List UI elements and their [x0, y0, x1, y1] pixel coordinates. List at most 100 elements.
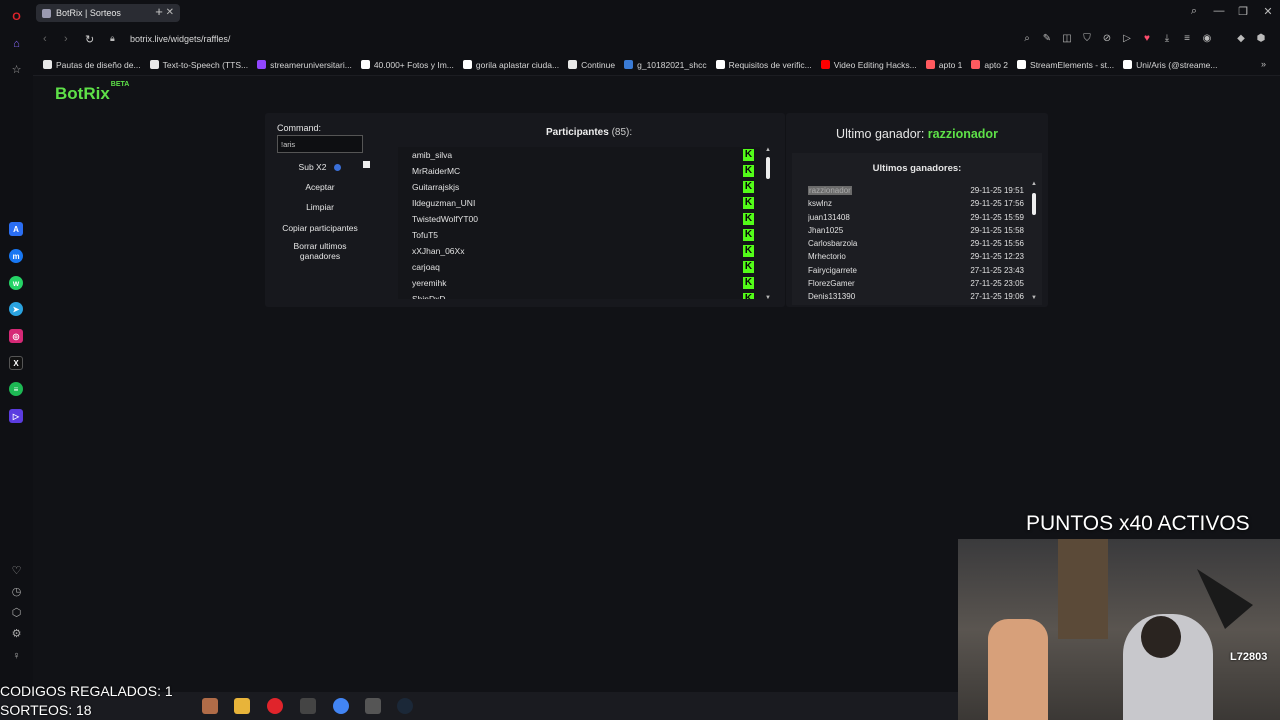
search-icon[interactable]: ⌕	[1021, 33, 1033, 45]
close-window-icon[interactable]: ✕	[1259, 5, 1277, 18]
winners-scroll-thumb[interactable]	[1032, 193, 1036, 215]
participant-row[interactable]: TofuT5 K	[398, 227, 760, 243]
winner-row[interactable]: Mrhectorio 29-11-25 12:23	[808, 252, 1030, 265]
participant-row[interactable]: xXJhan_06Xx K	[398, 243, 760, 259]
accept-button[interactable]: Aceptar	[277, 182, 363, 192]
participant-row[interactable]: Guitarrajskjs K	[398, 179, 760, 195]
history-icon[interactable]: ◷	[8, 583, 25, 600]
bookmark-item[interactable]: Uni/Aris (@streame...	[1123, 60, 1218, 70]
winners-scrollbar[interactable]: ▲ ▼	[1031, 181, 1037, 301]
bookmark-item[interactable]: gorila aplastar ciuda...	[462, 60, 559, 70]
opera-taskbar-icon[interactable]	[267, 698, 283, 714]
bookmark-item[interactable]: StreamElements - st...	[1017, 60, 1114, 70]
winner-row[interactable]: Carlosbarzola 29-11-25 15:56	[808, 239, 1030, 252]
bookmark-favicon-icon	[1017, 60, 1027, 69]
bookmarks-more-icon[interactable]: »	[1261, 59, 1266, 69]
winner-row[interactable]: razzionador 29-11-25 19:51	[808, 186, 1030, 199]
reload-icon[interactable]: ↻	[85, 33, 94, 46]
extensions-icon[interactable]: ⬡	[8, 604, 25, 621]
participant-row[interactable]: Ildeguzman_UNI K	[398, 195, 760, 211]
instagram-icon[interactable]: ◎	[9, 329, 23, 343]
participant-row[interactable]: MrRaiderMC K	[398, 163, 760, 179]
winner-row[interactable]: Denis131390 27-11-25 19:06	[808, 292, 1030, 301]
botrix-logo[interactable]: BotRixBETA	[55, 81, 129, 104]
winner-row[interactable]: kswlnz 29-11-25 17:56	[808, 199, 1030, 212]
file-explorer-icon[interactable]	[234, 698, 250, 714]
winners-scroll-down-icon[interactable]: ▼	[1031, 295, 1037, 301]
delete-winners-button[interactable]: Borrar ultimos ganadores	[277, 241, 363, 261]
bookmark-item[interactable]: 40.000+ Fotos y Im...	[360, 60, 454, 70]
search-tabs-icon[interactable]: ⌕	[1185, 5, 1203, 18]
restore-icon[interactable]: ❐	[1234, 5, 1252, 18]
bookmark-item[interactable]: apto 2	[971, 60, 1008, 70]
info-icon[interactable]	[334, 164, 342, 172]
winners-scroll-up-icon[interactable]: ▲	[1031, 181, 1037, 187]
bookmark-item[interactable]: Video Editing Hacks...	[820, 60, 917, 70]
scroll-down-icon[interactable]: ▼	[765, 295, 771, 301]
player-icon[interactable]: ▷	[9, 409, 23, 423]
winner-row[interactable]: Fairycigarrete 27-11-25 23:43	[808, 266, 1030, 279]
bookmark-item[interactable]: Pautas de diseño de...	[43, 60, 141, 70]
participant-row[interactable]: amib_silva K	[398, 147, 760, 163]
app-window-icon[interactable]	[365, 698, 381, 714]
wallet-icon[interactable]: ◆	[1235, 33, 1247, 45]
taskbar-app-icon[interactable]	[202, 698, 218, 714]
scroll-up-icon[interactable]: ▲	[765, 147, 771, 153]
download-icon[interactable]: ⤓	[1161, 33, 1173, 45]
messenger-icon[interactable]: m	[9, 249, 23, 263]
scroll-thumb[interactable]	[766, 157, 770, 179]
easy-setup-icon[interactable]: ⬢	[1255, 33, 1267, 45]
winner-row[interactable]: FlorezGamer 27-11-25 23:05	[808, 279, 1030, 292]
webcam-person-head	[1141, 616, 1181, 658]
forward-icon[interactable]: ›	[64, 33, 68, 45]
edit-icon[interactable]: ✎	[1041, 33, 1053, 45]
bookmark-item[interactable]: apto 1	[925, 60, 962, 70]
bookmark-item[interactable]: Requisitos de verific...	[715, 60, 812, 70]
shield-icon[interactable]: ⛉	[1081, 33, 1093, 45]
play-icon[interactable]: ▷	[1121, 33, 1133, 45]
webcam-badge: L72803	[1230, 651, 1268, 663]
home-icon[interactable]: ⌂	[8, 35, 25, 52]
bookmark-item[interactable]: g_10182021_shcc	[624, 60, 707, 70]
participants-scrollbar[interactable]: ▲ ▼	[765, 147, 771, 301]
chrome-icon[interactable]	[333, 698, 349, 714]
back-icon[interactable]: ‹	[43, 33, 47, 45]
camera-icon[interactable]: ◫	[1061, 33, 1073, 45]
winner-row[interactable]: juan131408 29-11-25 15:59	[808, 213, 1030, 226]
lightbulb-icon[interactable]: ♀	[8, 647, 25, 664]
bookmark-item[interactable]: Text-to-Speech (TTS...	[149, 60, 248, 70]
steam-icon[interactable]	[397, 698, 413, 714]
spotify-icon[interactable]: ≡	[9, 382, 23, 396]
url-field[interactable]: botrix.live/widgets/raffles/	[130, 34, 230, 44]
participant-row[interactable]: carjoaq K	[398, 259, 760, 275]
participant-row[interactable]: TwistedWolfYT00 K	[398, 211, 760, 227]
speed-dial-icon[interactable]: ☆	[8, 61, 25, 78]
obs-like-icon[interactable]	[300, 698, 316, 714]
profile-icon[interactable]: ◉	[1201, 33, 1213, 45]
winner-row[interactable]: Jhan1025 29-11-25 15:58	[808, 226, 1030, 239]
participant-row[interactable]: yeremihk K	[398, 275, 760, 291]
telegram-icon[interactable]: ➤	[9, 302, 23, 316]
copy-participants-button[interactable]: Copiar participantes	[277, 223, 363, 233]
minimize-icon[interactable]: —	[1210, 5, 1228, 17]
participant-row[interactable]: ShinDxD K	[398, 291, 760, 299]
settings-icon[interactable]: ⚙	[8, 625, 25, 642]
sub-x2-checkbox[interactable]	[363, 161, 370, 168]
heart-filled-icon[interactable]: ♥	[1141, 33, 1153, 45]
sub-x2-label: Sub X2	[298, 162, 327, 172]
winners-list[interactable]: razzionador 29-11-25 19:51 kswlnz 29-11-25 …	[808, 186, 1030, 301]
bookmark-item[interactable]: streameruniversitari...	[257, 60, 352, 70]
opera-logo-icon[interactable]: O	[8, 8, 25, 25]
command-input[interactable]	[277, 135, 363, 153]
x-icon[interactable]: X	[9, 356, 23, 370]
menu-icon[interactable]: ≡	[1181, 33, 1193, 45]
new-tab-icon[interactable]: +	[151, 4, 167, 20]
bookmark-item[interactable]: Continue	[568, 60, 615, 70]
command-label: Command:	[277, 123, 322, 133]
vpn-icon[interactable]: ⊘	[1101, 33, 1113, 45]
aria-icon[interactable]: A	[9, 222, 23, 236]
clear-button[interactable]: Limpiar	[277, 202, 363, 212]
heart-icon[interactable]: ♡	[8, 562, 25, 579]
whatsapp-icon[interactable]: w	[9, 276, 23, 290]
participants-list[interactable]: amib_silva K MrRaiderMC K Guitarrajskjs K Ilde…	[398, 147, 760, 299]
